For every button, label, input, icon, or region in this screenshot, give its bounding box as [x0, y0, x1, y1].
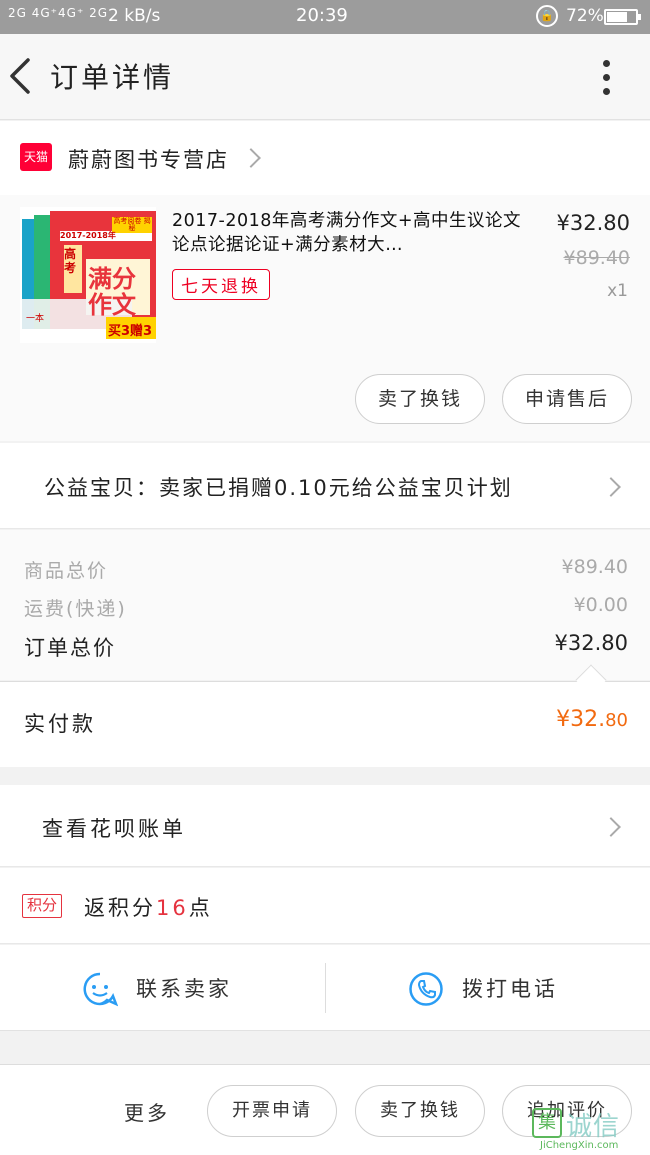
charity-row[interactable]: 公益宝贝：卖家已捐赠0.10元给公益宝贝计划 — [0, 443, 650, 529]
cover-promo: 买3赠3 — [108, 324, 153, 339]
shipping-value: ¥0.00 — [573, 594, 628, 616]
battery-percent: 72% — [566, 6, 604, 26]
chevron-right-icon — [241, 148, 261, 168]
cover-main-text-2: 作文 — [88, 291, 136, 319]
cover-year: 2017-2018年 — [60, 231, 116, 240]
watermark-url: JiChengXin.com — [540, 1140, 619, 1151]
watermark-logo: 集 诚信 JiChengXin.com — [532, 1108, 648, 1152]
goods-total-value: ¥89.40 — [561, 556, 628, 578]
contact-bar: 联系卖家 拨打电话 — [0, 945, 650, 1031]
product-price: ¥32.80 — [556, 211, 630, 235]
status-bar: 2G 4G⁺4G⁺ 2G 2 kB/s 20:39 🔒 72% — [0, 0, 650, 34]
back-button[interactable] — [6, 54, 36, 98]
signal-indicator: 2G 4G⁺4G⁺ 2G — [8, 6, 109, 20]
shop-name: 蔚蔚图书专营店 — [68, 148, 229, 172]
phone-icon — [409, 972, 443, 1006]
points-badge: 积分 — [22, 894, 63, 918]
goods-total-label: 商品总价 — [24, 560, 109, 582]
more-dot-icon — [603, 60, 610, 67]
watermark-text: 诚信 — [566, 1112, 621, 1142]
call-phone-button[interactable]: 拨打电话 — [408, 971, 608, 1007]
resell-bottom-button[interactable]: 卖了换钱 — [355, 1085, 485, 1137]
tmall-logo: 天猫 — [20, 143, 52, 171]
page-title: 订单详情 — [50, 61, 175, 94]
points-text: 返积分16点 — [84, 892, 213, 922]
huabei-bill-row[interactable]: 查看花呗账单 — [0, 785, 650, 867]
product-quantity: x1 — [607, 281, 628, 301]
huabei-bill-label: 查看花呗账单 — [42, 817, 186, 841]
points-prefix: 返积分 — [84, 896, 156, 920]
contact-divider — [325, 963, 326, 1013]
contact-seller-button[interactable]: 联系卖家 — [82, 971, 302, 1007]
actual-payment-value: ¥32.80 — [556, 707, 628, 732]
order-total-value: ¥32.80 — [554, 631, 628, 655]
actual-payment-cents: 80 — [605, 710, 628, 731]
navigation-header: 订单详情 — [0, 34, 650, 120]
cover-top-badge: 高考阅卷 揭秘 — [113, 217, 151, 232]
order-total-label: 订单总价 — [24, 636, 116, 660]
resell-button[interactable]: 卖了换钱 — [355, 374, 485, 424]
clock: 20:39 — [296, 5, 348, 26]
after-sale-button[interactable]: 申请售后 — [502, 374, 632, 424]
watermark-box: 集 — [532, 1108, 562, 1138]
points-number: 16 — [156, 896, 189, 920]
more-options-button[interactable] — [592, 56, 622, 100]
cover-side-text: 高考 — [64, 247, 77, 275]
rotation-lock-icon: 🔒 — [536, 5, 558, 27]
seven-day-return-tag: 七天退换 — [172, 269, 270, 300]
product-image[interactable]: 2017-2018年 高考阅卷 揭秘 高考 满分 作文 一本 买3赠3 — [20, 207, 156, 343]
more-actions-label[interactable]: 更多 — [124, 1097, 170, 1126]
more-dot-icon — [603, 88, 610, 95]
shipping-label: 运费(快递) — [24, 598, 127, 620]
call-phone-label: 拨打电话 — [462, 977, 558, 1001]
battery-fill — [607, 12, 627, 22]
points-row: 积分 返积分16点 — [0, 868, 650, 944]
chevron-left-icon — [10, 58, 30, 94]
battery-icon — [604, 9, 641, 25]
product-original-price: ¥89.40 — [563, 247, 630, 269]
price-summary: 商品总价 ¥89.40 运费(快递) ¥0.00 订单总价 ¥32.80 — [0, 530, 650, 680]
chevron-right-icon — [601, 477, 621, 497]
shop-row[interactable]: 天猫 蔚蔚图书专营店 — [0, 121, 650, 195]
product-item: 2017-2018年 高考阅卷 揭秘 高考 满分 作文 一本 买3赠3 2017… — [0, 195, 650, 441]
cover-brand: 一本 — [26, 314, 45, 324]
network-speed: 2 kB/s — [108, 6, 161, 26]
product-title[interactable]: 2017-2018年高考满分作文+高中生议论文论点论据论证+满分素材大… — [172, 209, 532, 257]
invoice-request-button[interactable]: 开票申请 — [207, 1085, 337, 1137]
charity-text: 公益宝贝：卖家已捐赠0.10元给公益宝贝计划 — [44, 476, 513, 500]
actual-payment-row: 实付款 ¥32.80 — [0, 681, 650, 767]
actual-payment-main: ¥32. — [556, 707, 606, 732]
more-dot-icon — [603, 74, 610, 81]
chat-bubble-icon — [83, 972, 118, 1007]
points-suffix: 点 — [188, 896, 213, 920]
chevron-right-icon — [601, 817, 621, 837]
actual-payment-label: 实付款 — [24, 712, 96, 736]
contact-seller-label: 联系卖家 — [136, 977, 232, 1001]
